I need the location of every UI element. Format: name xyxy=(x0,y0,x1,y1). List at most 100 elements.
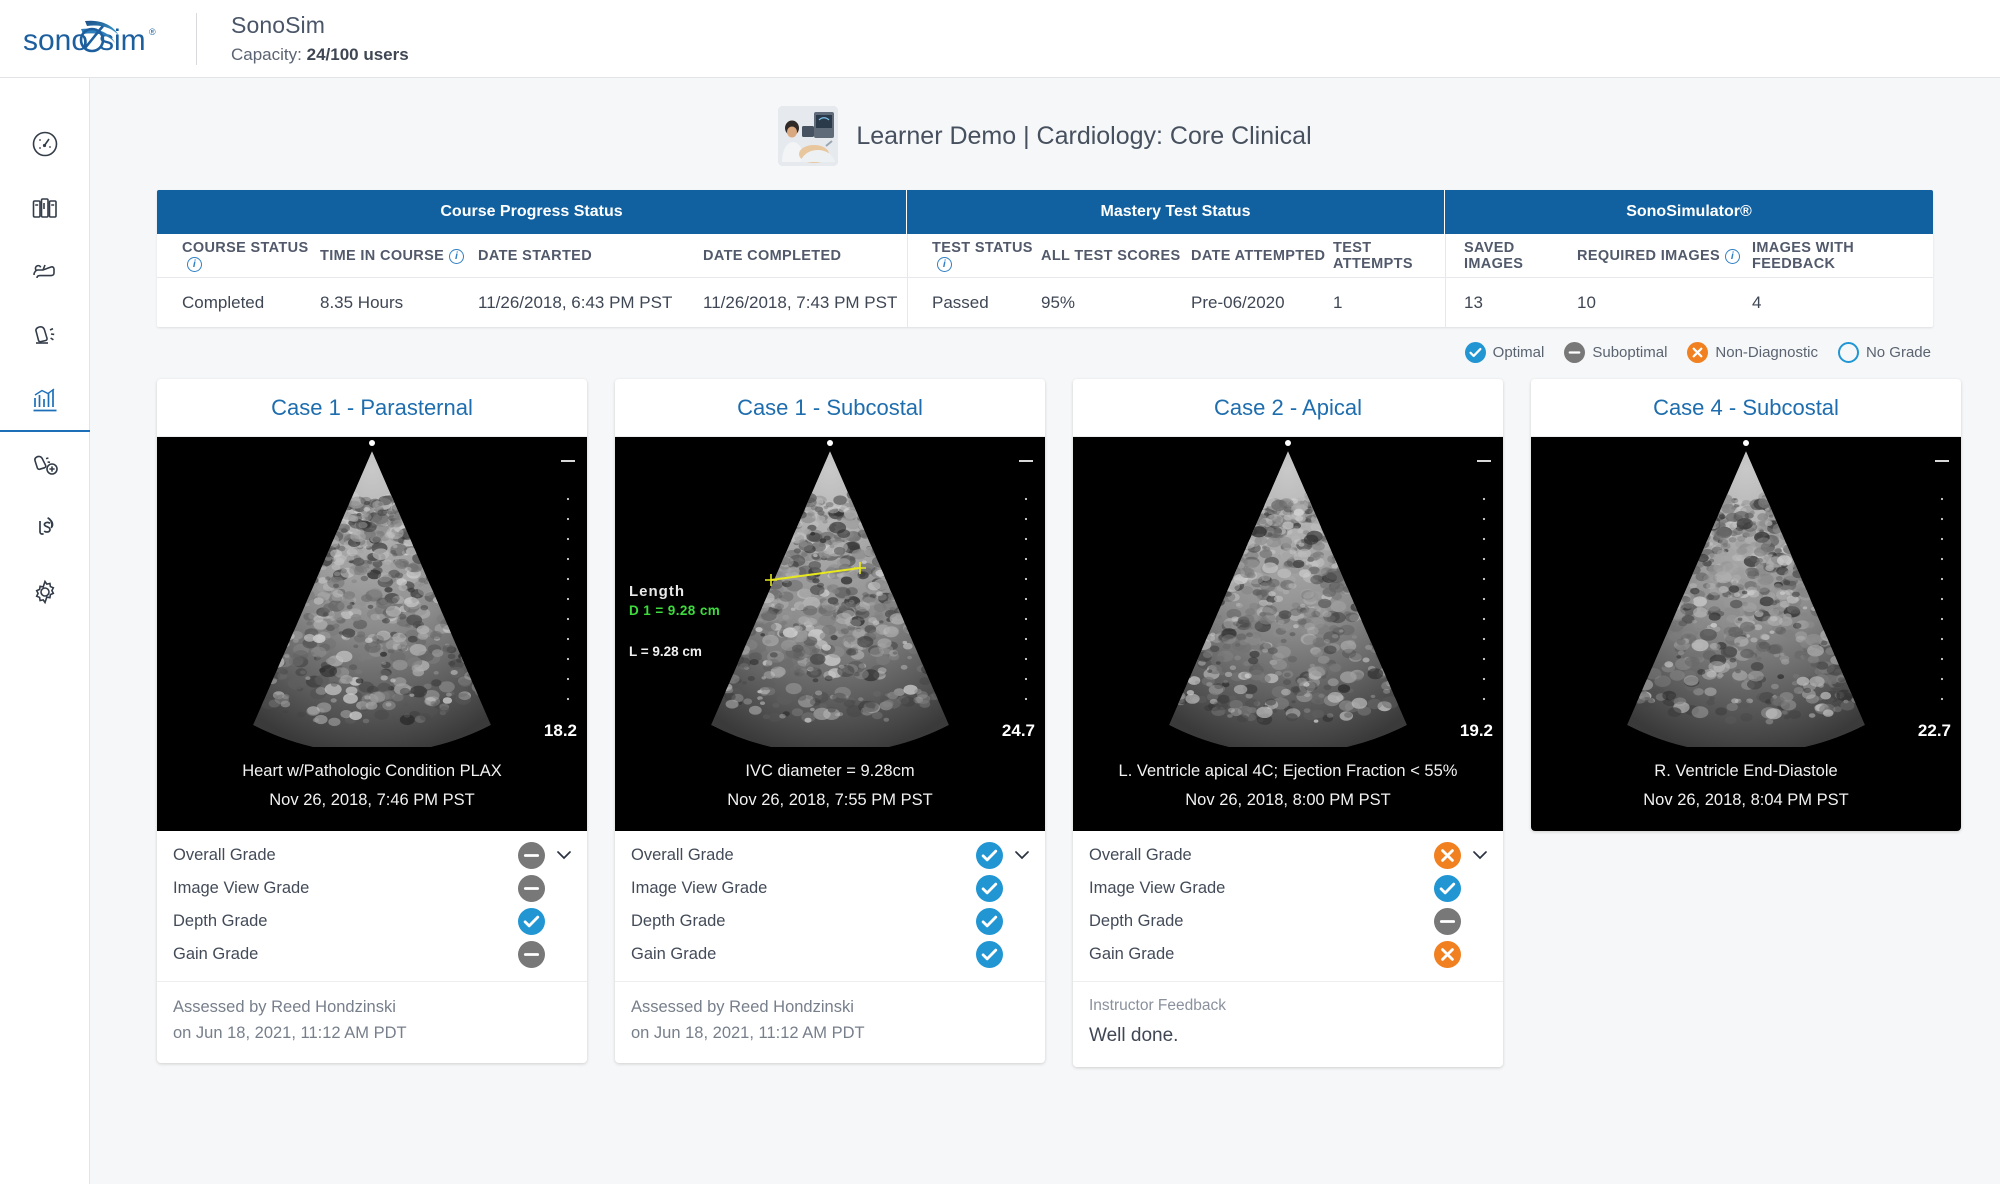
grade-list: Overall Grade Image View Grade Depth Gra… xyxy=(157,839,587,981)
grade-value-depth xyxy=(518,907,571,935)
chevron-down-icon[interactable] xyxy=(1473,850,1487,860)
case-card-title[interactable]: Case 2 - Apical xyxy=(1073,379,1503,437)
grade-value-overall xyxy=(976,841,1029,869)
grade-value-image-view xyxy=(518,874,571,902)
case-card-title[interactable]: Case 1 - Parasternal xyxy=(157,379,587,437)
check-badge-icon[interactable] xyxy=(1434,874,1461,902)
case-card-title[interactable]: Case 1 - Subcostal xyxy=(615,379,1045,437)
sidebar-item-hands-on-scan[interactable] xyxy=(0,240,90,304)
minus-badge-icon[interactable] xyxy=(1564,341,1586,363)
grade-label: Image View Grade xyxy=(631,878,768,897)
grade-value-depth xyxy=(976,907,1029,935)
books-icon xyxy=(32,198,57,218)
grade-row-depth: Depth Grade xyxy=(631,905,1029,938)
grade-value-depth xyxy=(1434,907,1487,935)
gear-icon xyxy=(35,579,55,605)
empty-badge-icon[interactable] xyxy=(1837,341,1859,363)
legend-label: No Grade xyxy=(1865,343,1931,361)
status-table-group-header: Course Progress Status Mastery Test Stat… xyxy=(157,190,1933,234)
grade-label: Gain Grade xyxy=(173,944,259,963)
grade-value-gain xyxy=(518,940,571,968)
ultrasound-image-icon xyxy=(1531,437,1961,747)
col-label: COURSE STATUS xyxy=(182,239,309,256)
ultrasound-image[interactable]: Length D 1 = 9.28 cm L = 9.28 cm 24.7 xyxy=(615,437,1045,747)
cell-images-with-feedback: 4 xyxy=(1752,292,1762,312)
info-icon[interactable]: i xyxy=(449,248,465,264)
cell-date-attempted: Pre-06/2020 xyxy=(1191,292,1285,312)
sonosim-logo[interactable]: sono sim ® xyxy=(0,0,196,78)
grade-value-image-view xyxy=(1434,874,1487,902)
grade-row-overall[interactable]: Overall Grade xyxy=(1089,839,1487,872)
ultrasound-image[interactable]: 18.2 xyxy=(157,437,587,747)
grade-value-gain xyxy=(1434,940,1487,968)
minus-badge-icon[interactable] xyxy=(1434,907,1461,935)
capacity-value: 24/100 users xyxy=(306,45,409,64)
col-date-completed: DATE COMPLETED xyxy=(703,247,842,264)
col-label: REQUIRED IMAGES xyxy=(1577,247,1721,264)
grade-row-image-view: Image View Grade xyxy=(173,872,571,905)
check-badge-icon[interactable] xyxy=(518,907,545,935)
col-label: TEST STATUS xyxy=(932,239,1033,256)
check-badge-icon[interactable] xyxy=(976,841,1003,869)
sonosim-logo-icon: sono sim ® xyxy=(23,20,156,57)
col-images-with-feedback: IMAGES WITH FEEDBACK xyxy=(1752,239,1855,272)
grade-row-image-view: Image View Grade xyxy=(1089,872,1487,905)
group-sonosimulator: SonoSimulator® xyxy=(1445,190,1933,234)
check-badge-icon[interactable] xyxy=(976,940,1003,968)
sidebar-item-probe[interactable] xyxy=(0,304,90,368)
check-badge-icon[interactable] xyxy=(1464,341,1486,363)
ultrasound-image[interactable]: 22.7 xyxy=(1531,437,1961,747)
info-icon[interactable]: i xyxy=(187,256,202,272)
sidebar-item-library[interactable] xyxy=(0,176,90,240)
x-badge-icon[interactable] xyxy=(1687,341,1709,363)
grade-label: Overall Grade xyxy=(173,845,276,864)
x-badge-icon[interactable] xyxy=(1434,841,1461,869)
assessment-footer: Assessed by Reed Hondzinski on Jun 18, 2… xyxy=(615,980,1045,1063)
sidebar-item-dashboard[interactable] xyxy=(0,112,90,176)
sidebar-item-reports[interactable] xyxy=(0,368,90,432)
grade-row-overall[interactable]: Overall Grade xyxy=(173,839,571,872)
grade-row-overall[interactable]: Overall Grade xyxy=(631,839,1029,872)
top-bar: sono sim ® SonoSim Capacity: 24/100 user… xyxy=(0,0,2000,78)
chevron-down-icon[interactable] xyxy=(557,850,571,860)
minus-badge-icon[interactable] xyxy=(518,940,545,968)
check-badge-icon[interactable] xyxy=(976,907,1003,935)
caption-timestamp: Nov 26, 2018, 7:55 PM PST xyxy=(727,790,933,809)
x-badge-icon[interactable] xyxy=(1434,940,1461,968)
caption-text: L. Ventricle apical 4C; Ejection Fractio… xyxy=(1118,762,1458,780)
col-course-status: COURSE STATUSi xyxy=(157,240,320,272)
check-badge-icon[interactable] xyxy=(976,874,1003,902)
col-date-started: DATE STARTED xyxy=(478,247,593,264)
depth-value: 22.7 xyxy=(1917,721,1951,740)
grade-value-gain xyxy=(976,940,1029,968)
ultrasound-image[interactable]: 19.2 xyxy=(1073,437,1503,747)
sidebar-item-settings[interactable] xyxy=(0,560,90,624)
learner-header: Learner Demo | Cardiology: Core Clinical xyxy=(90,78,2000,190)
sidebar-item-add-case[interactable] xyxy=(0,432,90,496)
minus-badge-icon[interactable] xyxy=(518,874,545,902)
case-card-title[interactable]: Case 4 - Subcostal xyxy=(1531,379,1961,437)
probe-add-icon xyxy=(34,455,58,475)
app-title: SonoSim xyxy=(231,12,326,38)
legend-item-suboptimal: Suboptimal xyxy=(1564,341,1667,363)
case-caption: Heart w/Pathologic Condition PLAX Nov 26… xyxy=(157,747,587,831)
ls-logo-icon xyxy=(39,517,54,535)
minus-badge-icon[interactable] xyxy=(518,841,545,869)
col-test-status: TEST STATUSi xyxy=(908,240,1041,272)
info-icon[interactable]: i xyxy=(937,256,952,272)
cell-time-in-course: 8.35 Hours xyxy=(320,292,404,312)
cell-date-completed: 11/26/2018, 7:43 PM PST xyxy=(703,292,898,312)
col-test-attempts: TEST ATTEMPTS xyxy=(1333,239,1413,272)
cell-required-images: 10 xyxy=(1577,292,1596,312)
status-table: Course Progress Status Mastery Test Stat… xyxy=(157,190,1933,327)
grade-legend: Optimal Suboptimal Non-Diagnostic No Grade xyxy=(157,337,1933,367)
case-card: Case 1 - Parasternal 18.2 Heart w/Pathol… xyxy=(157,379,587,1063)
chevron-down-icon[interactable] xyxy=(1015,850,1029,860)
sidebar-item-live-scan[interactable] xyxy=(0,496,90,560)
grade-list: Overall Grade Image View Grade Depth Gra… xyxy=(615,839,1045,981)
cell-date-started: 11/26/2018, 6:43 PM PST xyxy=(478,292,673,312)
svg-text:sono: sono xyxy=(23,24,88,57)
caption-text: IVC diameter = 9.28cm xyxy=(745,762,915,780)
info-icon[interactable]: i xyxy=(1725,248,1741,264)
feedback-label: Instructor Feedback xyxy=(1089,996,1226,1014)
